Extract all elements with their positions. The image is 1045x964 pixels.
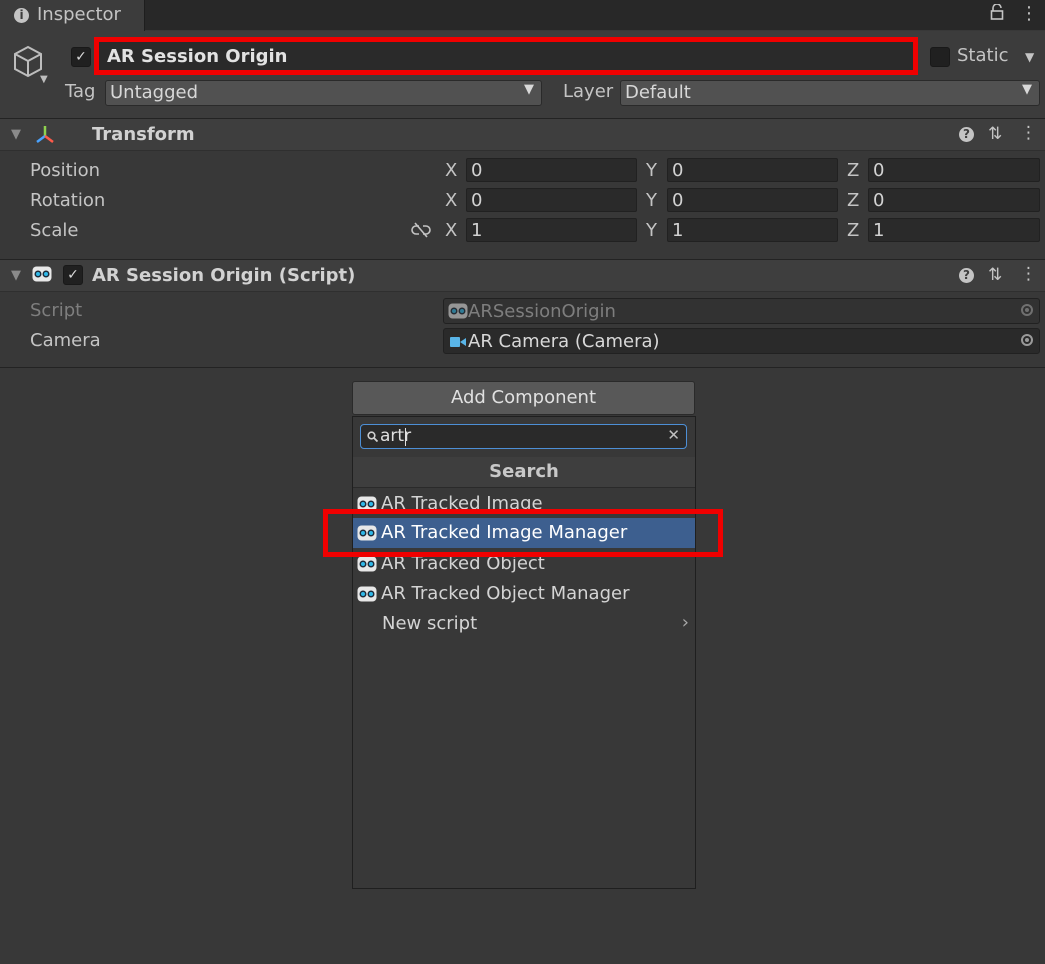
search-value: artr bbox=[380, 426, 412, 446]
help-icon[interactable]: ? bbox=[959, 127, 974, 142]
tag-dropdown[interactable]: Untagged ▼ bbox=[105, 80, 542, 106]
axis-y-label[interactable]: Y bbox=[646, 220, 657, 241]
gameobject-dropdown-icon[interactable]: ▼ bbox=[40, 74, 48, 85]
object-picker-icon[interactable] bbox=[1021, 334, 1033, 346]
ar-script-icon bbox=[32, 266, 52, 287]
camera-field[interactable]: AR Camera (Camera) bbox=[443, 328, 1040, 354]
script-label: Script bbox=[30, 300, 83, 321]
script-value: ARSessionOrigin bbox=[468, 301, 616, 322]
foldout-arrow-icon[interactable]: ▼ bbox=[11, 127, 21, 142]
ar-script-icon bbox=[448, 303, 468, 319]
rotation-y-field[interactable]: 0 bbox=[667, 188, 838, 212]
scale-z-value: 1 bbox=[873, 220, 885, 241]
clear-search-icon[interactable]: ✕ bbox=[667, 426, 680, 444]
new-script-item[interactable]: New script › bbox=[353, 609, 695, 639]
axis-z-label[interactable]: Z bbox=[847, 160, 859, 181]
position-z-field[interactable]: 0 bbox=[868, 158, 1040, 182]
position-y-value: 0 bbox=[672, 160, 684, 181]
position-x-field[interactable]: 0 bbox=[466, 158, 637, 182]
highlight-box-selected-item bbox=[323, 509, 723, 557]
script-enabled-checkbox[interactable]: ✓ bbox=[63, 265, 83, 285]
scale-label: Scale bbox=[30, 220, 79, 241]
static-dropdown-icon[interactable]: ▼ bbox=[1025, 50, 1034, 64]
axis-x-label[interactable]: X bbox=[445, 190, 457, 211]
highlight-box-name bbox=[94, 37, 918, 75]
info-icon: i bbox=[14, 8, 29, 23]
component-menu-icon[interactable]: ⋮ bbox=[1020, 264, 1037, 284]
transform-icon bbox=[34, 124, 56, 151]
rotation-label: Rotation bbox=[30, 190, 106, 211]
layer-value: Default bbox=[625, 82, 691, 103]
component-search-input[interactable]: artr ✕ bbox=[360, 424, 687, 449]
axis-y-label[interactable]: Y bbox=[646, 160, 657, 181]
position-label: Position bbox=[30, 160, 101, 181]
scale-y-field[interactable]: 1 bbox=[667, 218, 838, 242]
presets-icon[interactable]: ⇅ bbox=[988, 265, 1002, 285]
position-y-field[interactable]: 0 bbox=[667, 158, 838, 182]
ar-script-icon bbox=[357, 586, 377, 602]
list-item-label: AR Tracked Object Manager bbox=[381, 583, 630, 604]
axis-z-label[interactable]: Z bbox=[847, 190, 859, 211]
component-menu-icon[interactable]: ⋮ bbox=[1020, 123, 1037, 143]
tab-bar bbox=[0, 0, 1045, 30]
active-checkbox[interactable]: ✓ bbox=[71, 47, 91, 67]
tag-label: Tag bbox=[65, 81, 96, 102]
tab-menu-icon[interactable]: ⋮ bbox=[1020, 3, 1038, 24]
position-x-value: 0 bbox=[471, 160, 483, 181]
ar-script-icon bbox=[357, 556, 377, 572]
search-results-header: Search bbox=[353, 457, 695, 488]
rotation-z-field[interactable]: 0 bbox=[868, 188, 1040, 212]
scale-z-field[interactable]: 1 bbox=[868, 218, 1040, 242]
lock-icon[interactable] bbox=[990, 3, 1004, 25]
help-icon[interactable]: ? bbox=[959, 268, 974, 283]
add-component-button[interactable]: Add Component bbox=[352, 381, 695, 415]
rotation-x-field[interactable]: 0 bbox=[466, 188, 637, 212]
tab-inspector-label: Inspector bbox=[37, 4, 121, 25]
axis-x-label[interactable]: X bbox=[445, 220, 457, 241]
object-picker-icon bbox=[1021, 304, 1033, 316]
layer-label: Layer bbox=[563, 81, 614, 102]
search-icon bbox=[367, 431, 378, 442]
rotation-y-value: 0 bbox=[672, 190, 684, 211]
axis-y-label[interactable]: Y bbox=[646, 190, 657, 211]
static-checkbox[interactable] bbox=[930, 47, 950, 67]
scale-x-field[interactable]: 1 bbox=[466, 218, 637, 242]
rotation-z-value: 0 bbox=[873, 190, 885, 211]
position-z-value: 0 bbox=[873, 160, 885, 181]
tab-inspector[interactable]: i Inspector bbox=[0, 0, 145, 31]
chevron-right-icon: › bbox=[681, 612, 689, 633]
camera-value: AR Camera (Camera) bbox=[468, 331, 660, 352]
static-label: Static bbox=[957, 45, 1009, 66]
text-caret bbox=[405, 428, 406, 446]
foldout-arrow-icon[interactable]: ▼ bbox=[11, 268, 21, 283]
chevron-down-icon: ▼ bbox=[524, 82, 534, 97]
divider bbox=[0, 367, 1045, 368]
camera-label: Camera bbox=[30, 330, 101, 351]
transform-title: Transform bbox=[92, 124, 195, 145]
chevron-down-icon: ▼ bbox=[1022, 82, 1032, 97]
camera-icon bbox=[450, 337, 466, 347]
new-script-label: New script bbox=[382, 613, 478, 634]
axis-z-label[interactable]: Z bbox=[847, 220, 859, 241]
tag-value: Untagged bbox=[110, 82, 199, 103]
script-field: ARSessionOrigin bbox=[443, 298, 1040, 324]
scale-y-value: 1 bbox=[672, 220, 684, 241]
list-item[interactable]: AR Tracked Object Manager bbox=[353, 579, 695, 609]
scale-x-value: 1 bbox=[471, 220, 483, 241]
script-component-title: AR Session Origin (Script) bbox=[92, 265, 356, 286]
axis-x-label[interactable]: X bbox=[445, 160, 457, 181]
rotation-x-value: 0 bbox=[471, 190, 483, 211]
unlink-icon[interactable] bbox=[411, 222, 431, 243]
layer-dropdown[interactable]: Default ▼ bbox=[620, 80, 1040, 106]
presets-icon[interactable]: ⇅ bbox=[988, 124, 1002, 144]
